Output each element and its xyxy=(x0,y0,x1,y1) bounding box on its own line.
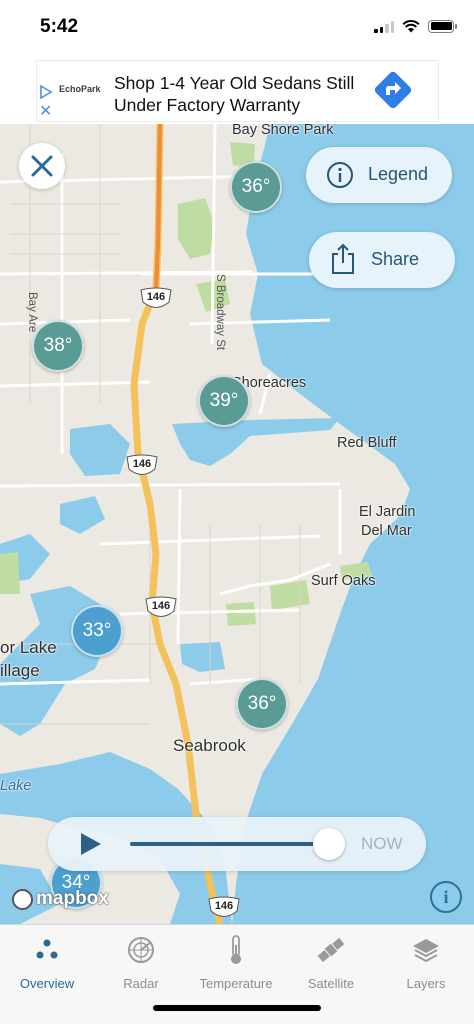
satellite-icon xyxy=(317,937,345,963)
tab-layers[interactable]: Layers xyxy=(379,933,473,995)
legend-button[interactable]: Legend xyxy=(306,147,452,203)
app-screen: 5:42 ✕ EchoPark Shop 1-4 Year Old Sedans… xyxy=(0,0,474,1024)
place-label-village: illage xyxy=(0,661,40,680)
highway-shield-146: 146 xyxy=(125,454,159,478)
share-button[interactable]: Share xyxy=(309,232,455,288)
wifi-icon xyxy=(402,19,420,32)
road-label-s-broadway: S Broadway St xyxy=(214,274,226,351)
tab-temperature[interactable]: Temperature xyxy=(189,933,283,995)
cellular-signal-icon xyxy=(374,19,394,33)
place-label-surf-oaks: Surf Oaks xyxy=(311,573,376,589)
battery-icon xyxy=(428,19,457,33)
timeline-player: NOW xyxy=(48,817,426,871)
ad-brand-logo: EchoPark xyxy=(59,84,101,94)
temperature-cluster[interactable]: 36° xyxy=(236,678,288,730)
ad-area: ✕ EchoPark Shop 1-4 Year Old Sedans Stil… xyxy=(0,58,474,124)
status-time: 5:42 xyxy=(40,16,79,37)
place-label-lake: Lake xyxy=(0,778,32,794)
temperature-cluster[interactable]: 38° xyxy=(32,320,84,372)
overview-dots-icon xyxy=(36,939,58,959)
highway-shield-146: 146 xyxy=(144,596,178,620)
tab-label: Satellite xyxy=(307,976,355,991)
tab-label: Overview xyxy=(19,976,75,991)
adchoices-icon[interactable] xyxy=(39,85,53,99)
map-view[interactable]: Bay Shore Park Shoreacres Red Bluff El J… xyxy=(0,124,474,924)
mapbox-logo-icon xyxy=(12,888,33,910)
ad-text[interactable]: Shop 1-4 Year Old Sedans Still Under Fac… xyxy=(114,72,364,116)
tab-satellite[interactable]: Satellite xyxy=(284,933,378,995)
thermometer-icon xyxy=(231,935,241,964)
radar-icon xyxy=(128,937,154,963)
place-label-taylor-lake: or Lake xyxy=(0,638,57,657)
status-bar: 5:42 xyxy=(0,0,474,58)
highway-shield-146: 146 xyxy=(139,287,173,311)
place-label-el-jardin: El Jardin xyxy=(359,504,416,520)
place-label-del-mar: Del Mar xyxy=(361,523,412,539)
share-label: Share xyxy=(371,249,420,269)
tab-label: Radar xyxy=(123,976,159,991)
highway-shield-146: 146 xyxy=(207,896,241,920)
road-label-bay-area: Bay Are xyxy=(26,292,38,333)
timeline-slider-thumb[interactable] xyxy=(313,828,345,860)
temperature-cluster[interactable]: 39° xyxy=(198,375,250,427)
place-label-seabrook: Seabrook xyxy=(173,736,246,755)
temperature-cluster[interactable]: 36° xyxy=(230,161,282,213)
status-icons xyxy=(374,19,457,33)
layers-icon xyxy=(413,939,439,963)
tab-label: Temperature xyxy=(199,976,273,991)
play-icon[interactable] xyxy=(79,833,101,855)
info-icon xyxy=(327,162,353,188)
close-button[interactable] xyxy=(19,143,65,189)
tab-label: Layers xyxy=(406,976,446,991)
legend-label: Legend xyxy=(368,164,429,184)
tab-radar[interactable]: Radar xyxy=(94,933,188,995)
ad-banner[interactable]: ✕ EchoPark Shop 1-4 Year Old Sedans Stil… xyxy=(36,60,439,122)
now-label: NOW xyxy=(361,834,403,853)
mapbox-logo[interactable]: mapbox xyxy=(12,888,109,910)
mapbox-logo-text: mapbox xyxy=(36,888,109,909)
temperature-cluster[interactable]: 33° xyxy=(71,605,123,657)
close-icon xyxy=(31,155,53,177)
tab-overview[interactable]: Overview xyxy=(0,933,94,995)
share-icon xyxy=(332,243,354,274)
place-label-bay-shore-park: Bay Shore Park xyxy=(232,124,334,138)
home-indicator[interactable] xyxy=(153,1005,321,1011)
place-label-red-bluff: Red Bluff xyxy=(337,435,397,451)
ad-close-icon[interactable]: ✕ xyxy=(39,104,52,120)
directions-arrow-icon[interactable] xyxy=(373,70,413,110)
timeline-slider-track[interactable] xyxy=(130,842,328,846)
attribution-info-button[interactable]: i xyxy=(430,881,462,913)
